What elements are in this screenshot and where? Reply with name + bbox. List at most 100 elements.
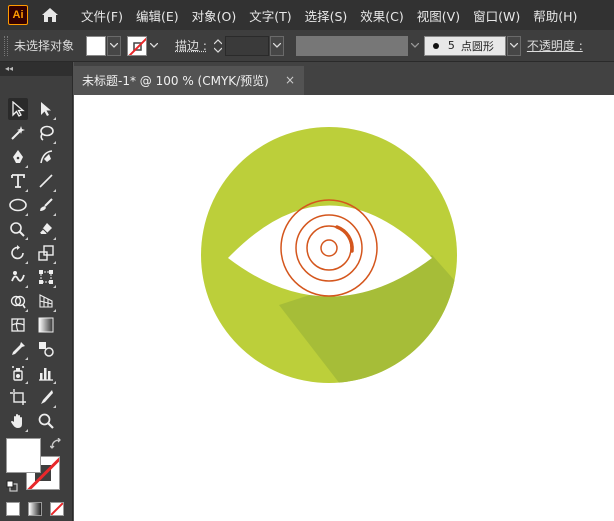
eyedropper-icon[interactable] <box>8 338 28 360</box>
selection-arrow-icon[interactable] <box>8 98 28 120</box>
shaper-icon[interactable] <box>8 218 28 240</box>
menu-view[interactable]: 视图(V) <box>417 6 460 25</box>
tool-flyout-indicator <box>25 165 28 168</box>
paintbrush-icon[interactable] <box>36 194 56 216</box>
fill-dropdown-button[interactable] <box>107 35 122 56</box>
menu-type[interactable]: 文字(T) <box>249 6 291 25</box>
selection-status: 未选择对象 <box>14 39 75 53</box>
menu-help[interactable]: 帮助(H) <box>533 6 577 25</box>
eye-artwork[interactable] <box>74 95 614 521</box>
chevron-down-icon <box>410 43 419 48</box>
stroke-weight-label[interactable]: 描边 : <box>175 37 207 54</box>
stroke-swatch[interactable] <box>127 35 148 56</box>
free-transform-icon[interactable] <box>36 266 56 288</box>
home-icon[interactable] <box>40 5 60 25</box>
tool-flyout-indicator <box>53 213 56 216</box>
swap-fill-stroke-icon[interactable] <box>49 437 62 453</box>
tool-flyout-indicator <box>25 237 28 240</box>
tool-flyout-indicator <box>25 261 28 264</box>
hand-icon[interactable] <box>8 410 28 432</box>
app-logo: Ai <box>8 5 28 25</box>
pen-icon[interactable] <box>8 146 28 168</box>
control-bar: 未选择对象 描边 : 5 点圆形 不透明度 : <box>0 30 614 62</box>
tools-panel-collapse[interactable]: ◂◂ <box>0 62 72 76</box>
warp-icon[interactable] <box>8 266 28 288</box>
tool-flyout-indicator <box>53 237 56 240</box>
eraser-icon[interactable] <box>36 218 56 240</box>
opacity-label[interactable]: 不透明度 : <box>527 37 583 54</box>
menu-bar: Ai 文件(F) 编辑(E) 对象(O) 文字(T) 选择(S) 效果(C) 视… <box>0 0 614 30</box>
ellipse-icon[interactable] <box>8 194 28 216</box>
menu-effect[interactable]: 效果(C) <box>360 6 403 25</box>
close-icon[interactable]: × <box>285 73 295 87</box>
gradient-icon[interactable] <box>36 314 56 336</box>
none-mode-icon[interactable] <box>50 502 64 516</box>
tool-flyout-indicator <box>53 141 56 144</box>
menu-list: 文件(F) 编辑(E) 对象(O) 文字(T) 选择(S) 效果(C) 视图(V… <box>81 6 590 25</box>
column-graph-icon[interactable] <box>36 362 56 384</box>
chevron-down-icon <box>150 43 159 48</box>
zoom-icon[interactable] <box>36 410 56 432</box>
brush-definition[interactable]: 5 点圆形 <box>423 35 506 56</box>
tool-flyout-indicator <box>25 429 28 432</box>
menu-object[interactable]: 对象(O) <box>192 6 237 25</box>
perspective-grid-icon[interactable] <box>36 290 56 312</box>
profile-dropdown-button[interactable] <box>408 36 422 56</box>
mesh-icon[interactable] <box>8 314 28 336</box>
shape-builder-icon[interactable] <box>8 290 28 312</box>
menu-file[interactable]: 文件(F) <box>81 6 123 25</box>
tool-flyout-indicator <box>53 117 56 120</box>
tool-flyout-indicator <box>25 381 28 384</box>
artboard-canvas[interactable] <box>74 95 614 521</box>
no-stroke-icon <box>128 37 147 55</box>
default-fill-stroke-icon[interactable] <box>6 480 18 492</box>
stroke-stepper[interactable] <box>211 35 225 57</box>
brush-shape: 点圆形 <box>460 39 494 53</box>
menu-select[interactable]: 选择(S) <box>305 6 348 25</box>
tool-flyout-indicator <box>25 213 28 216</box>
blend-icon[interactable] <box>36 338 56 360</box>
line-segment-icon[interactable] <box>36 170 56 192</box>
scale-icon[interactable] <box>36 242 56 264</box>
tool-flyout-indicator <box>53 285 56 288</box>
fill-swatch[interactable] <box>86 35 107 56</box>
tools-panel: ◂◂ <box>0 62 73 521</box>
brush-size: 5 <box>447 39 455 52</box>
gradient-mode-icon[interactable] <box>28 502 42 516</box>
chevron-down-icon <box>272 43 281 48</box>
variable-width-profile[interactable] <box>295 35 408 56</box>
document-tab-strip: 未标题-1* @ 100 % (CMYK/预览) × <box>74 62 614 95</box>
document-title: 未标题-1* @ 100 % (CMYK/预览) <box>82 74 269 88</box>
menu-edit[interactable]: 编辑(E) <box>136 6 179 25</box>
document-tab[interactable]: 未标题-1* @ 100 % (CMYK/预览) × <box>74 66 304 95</box>
tool-flyout-indicator <box>25 285 28 288</box>
brush-dot-icon <box>432 42 439 49</box>
tool-flyout-indicator <box>53 309 56 312</box>
tool-flyout-indicator <box>53 189 56 192</box>
tool-grid <box>8 97 64 433</box>
stepper-arrows-icon <box>213 38 222 53</box>
artboard-icon[interactable] <box>8 386 28 408</box>
stroke-weight-dropdown[interactable] <box>269 35 284 56</box>
direct-selection-icon[interactable] <box>36 98 56 120</box>
fill-stroke-widget <box>6 437 66 493</box>
curvature-icon[interactable] <box>36 146 56 168</box>
slice-icon[interactable] <box>36 386 56 408</box>
symbol-sprayer-icon[interactable] <box>8 362 28 384</box>
tool-flyout-indicator <box>25 357 28 360</box>
panel-grip[interactable] <box>4 35 8 56</box>
brush-dropdown-button[interactable] <box>506 35 521 56</box>
tool-flyout-indicator <box>25 189 28 192</box>
stroke-weight-input[interactable] <box>224 35 269 56</box>
magic-wand-icon[interactable] <box>8 122 28 144</box>
fill-color-box[interactable] <box>6 438 41 473</box>
menu-window[interactable]: 窗口(W) <box>473 6 520 25</box>
stroke-dropdown-button[interactable] <box>147 36 161 56</box>
color-mode-icon[interactable] <box>6 502 20 516</box>
rotate-icon[interactable] <box>8 242 28 264</box>
lasso-icon[interactable] <box>36 122 56 144</box>
chevron-down-icon <box>509 43 518 48</box>
chevron-down-icon <box>110 43 119 48</box>
tool-flyout-indicator <box>53 381 56 384</box>
type-icon[interactable] <box>8 170 28 192</box>
